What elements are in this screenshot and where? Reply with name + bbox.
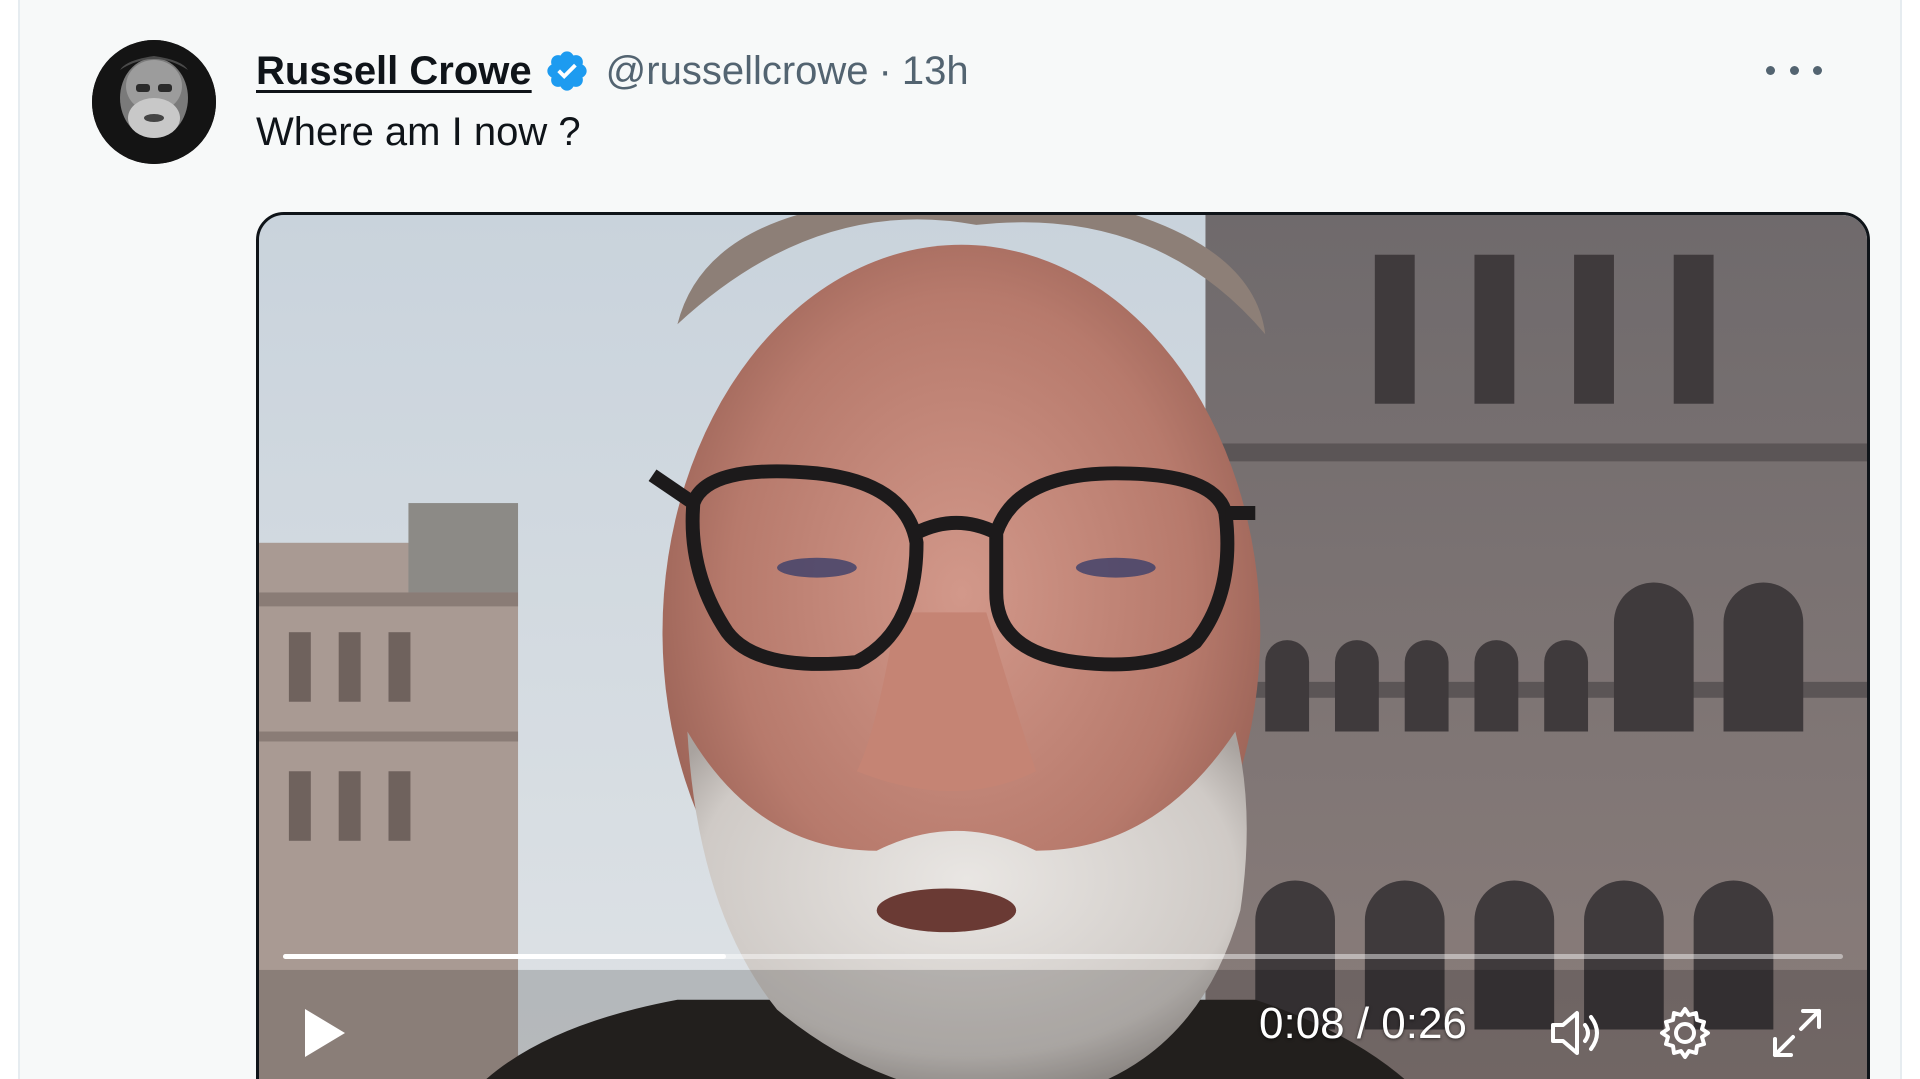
video-progress-bar[interactable] bbox=[283, 954, 1843, 959]
tweet-timestamp[interactable]: 13h bbox=[902, 49, 969, 94]
page: Russell Crowe @russellcrowe · 13h Where … bbox=[0, 0, 1920, 1079]
more-dot bbox=[1789, 65, 1799, 75]
play-icon[interactable] bbox=[299, 1005, 349, 1061]
tweet-card[interactable]: Russell Crowe @russellcrowe · 13h Where … bbox=[18, 0, 1902, 1079]
video-progress-fill bbox=[283, 954, 726, 959]
video-frame[interactable] bbox=[259, 215, 1867, 1079]
video-player[interactable]: 0:08 / 0:26 bbox=[256, 212, 1870, 1079]
expand-icon[interactable] bbox=[1767, 1003, 1827, 1063]
tweet-header: Russell Crowe @russellcrowe · 13h bbox=[256, 42, 969, 100]
more-dot bbox=[1766, 65, 1775, 75]
avatar[interactable] bbox=[92, 40, 216, 164]
gear-icon[interactable] bbox=[1655, 1003, 1715, 1063]
more-dot bbox=[1813, 65, 1822, 75]
tweet-text: Where am I now ? bbox=[256, 110, 581, 154]
volume-icon[interactable] bbox=[1545, 1003, 1605, 1063]
separator-dot: · bbox=[878, 48, 892, 93]
author-handle[interactable]: @russellcrowe bbox=[606, 49, 869, 94]
video-still bbox=[259, 215, 1867, 1079]
author-display-name[interactable]: Russell Crowe bbox=[256, 49, 532, 94]
avatar-portrait bbox=[92, 40, 216, 164]
video-time-display: 0:08 / 0:26 bbox=[1259, 999, 1467, 1048]
video-controls: 0:08 / 0:26 bbox=[259, 995, 1867, 1075]
more-horizontal-icon[interactable] bbox=[1766, 52, 1822, 88]
verified-badge-icon[interactable] bbox=[544, 48, 590, 94]
